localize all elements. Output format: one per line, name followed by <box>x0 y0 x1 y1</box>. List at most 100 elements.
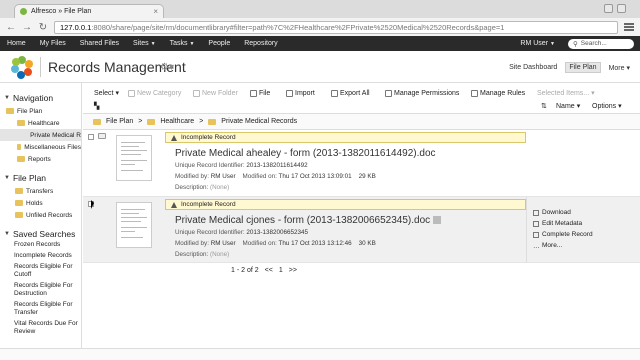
file-plan-toolbar: Select ▾ New Category New Folder File Imp… <box>83 86 640 100</box>
chevron-down-icon: ▼ <box>189 41 195 47</box>
manage-permissions-button[interactable]: Manage Permissions <box>385 89 460 97</box>
description-value: (None) <box>210 251 230 258</box>
select-menu[interactable]: Select ▾ <box>94 89 119 98</box>
app-toolbar: Home My Files Shared Files Sites ▼ Tasks ▼… <box>0 36 640 51</box>
sidebar-item-unfiled[interactable]: Unfiled Records <box>0 209 81 221</box>
record-description: Description: (None) <box>175 251 229 258</box>
navigation-section-toggle[interactable]: ▼ Navigation <box>0 91 81 105</box>
nav-tasks[interactable]: Tasks ▼ <box>163 40 202 47</box>
navigation-title: Navigation <box>12 93 54 103</box>
minimize-window-button[interactable] <box>604 4 613 13</box>
reload-icon[interactable]: ↻ <box>38 22 48 33</box>
sidebar-item-transfers[interactable]: Transfers <box>0 185 81 197</box>
view-toolbar: ▚ ⇅ Name ▾ Options ▾ <box>83 100 640 112</box>
description-label: Description: <box>175 251 209 258</box>
row-checkbox[interactable] <box>88 134 94 140</box>
import-button[interactable]: Import <box>286 89 315 97</box>
saved-search-incomplete[interactable]: Incomplete Records <box>0 252 81 260</box>
record-title[interactable]: Private Medical ahealey - form (2013-138… <box>175 148 436 159</box>
edit-lock-icon[interactable] <box>433 216 442 225</box>
tree-private-medical[interactable]: Private Medical R <box>0 129 81 141</box>
new-category-button[interactable]: New Category <box>128 89 181 97</box>
back-icon[interactable]: ← <box>6 22 16 33</box>
saved-search-destruction[interactable]: Records Eligible For Destruction <box>0 282 81 298</box>
record-title[interactable]: Private Medical cjones - form (2013-1382… <box>175 215 442 226</box>
more-actions[interactable]: … More... <box>533 240 593 251</box>
saved-search-frozen[interactable]: Frozen Records <box>0 241 81 249</box>
incomplete-record-banner: Incomplete Record <box>165 132 526 143</box>
modified-on-label: Modified on: <box>242 173 277 180</box>
last-page-button[interactable]: >> <box>289 267 297 274</box>
modified-by-label: Modified by: <box>175 173 209 180</box>
breadcrumb-file-plan[interactable]: File Plan <box>106 118 133 125</box>
record-description: Description: (None) <box>175 184 229 191</box>
forward-icon[interactable]: → <box>22 22 32 33</box>
sidebar-item-holds[interactable]: Holds <box>0 197 81 209</box>
gear-icon[interactable]: ⚙▾ <box>160 62 174 73</box>
document-thumbnail[interactable] <box>116 202 152 248</box>
options-menu[interactable]: Options ▾ <box>592 102 622 111</box>
complete-record-action[interactable]: Complete Record <box>533 229 593 240</box>
nav-sites[interactable]: Sites ▼ <box>126 40 163 47</box>
file-plan-section-toggle[interactable]: ▼ File Plan <box>0 171 81 185</box>
tree-reports[interactable]: Reports <box>0 153 81 165</box>
tree-file-plan[interactable]: File Plan <box>0 105 81 117</box>
file-button[interactable]: File <box>250 89 270 97</box>
nav-repository[interactable]: Repository <box>237 40 284 47</box>
new-folder-button[interactable]: New Folder <box>193 89 238 97</box>
user-menu[interactable]: RM User ▼ <box>513 40 562 47</box>
warning-icon <box>171 201 177 208</box>
tree-misc-files[interactable]: Miscellaneous Files <box>0 141 81 153</box>
nav-shared-files[interactable]: Shared Files <box>73 40 126 47</box>
sort-menu[interactable]: Name ▾ <box>556 102 580 111</box>
nav-sites-label: Sites <box>133 40 149 47</box>
edit-metadata-action[interactable]: Edit Metadata <box>533 218 593 229</box>
sort-label: Name <box>556 102 575 110</box>
user-name: RM User <box>520 40 549 47</box>
search-placeholder: Search... <box>580 40 607 47</box>
chevron-down-icon: ▾ <box>115 90 119 97</box>
edit-icon <box>533 220 539 227</box>
modified-by-value[interactable]: RM User <box>211 240 236 247</box>
chevron-down-icon: ▼ <box>150 41 156 47</box>
nav-people[interactable]: People <box>201 40 237 47</box>
export-all-label: Export All <box>340 89 370 97</box>
sort-direction-icon[interactable]: ⇅ <box>541 102 547 110</box>
nav-home[interactable]: Home <box>0 40 33 47</box>
key-icon <box>385 89 392 97</box>
file-plan-link[interactable]: File Plan <box>565 62 601 73</box>
options-label: Options <box>592 102 617 110</box>
record-identifier: Unique Record Identifier: 2013-138201161… <box>175 162 308 169</box>
file-plan-title: File Plan <box>12 173 47 183</box>
table-row[interactable]: Incomplete Record Private Medical aheale… <box>83 130 640 197</box>
manage-rules-button[interactable]: Manage Rules <box>471 89 525 97</box>
more-menu[interactable]: More ▾ <box>609 64 630 72</box>
modified-by-value[interactable]: RM User <box>211 173 236 180</box>
download-action[interactable]: Download <box>533 207 593 218</box>
document-thumbnail[interactable] <box>116 135 152 181</box>
address-bar[interactable]: 127.0.0.1:8080/share/page/site/rm/docume… <box>54 20 618 34</box>
close-tab-icon[interactable]: × <box>153 7 158 16</box>
saved-search-transfer[interactable]: Records Eligible For Transfer <box>0 301 81 317</box>
export-all-button[interactable]: Export All <box>331 89 370 97</box>
folder-up-icon[interactable]: ▚ <box>94 102 99 110</box>
nav-my-files[interactable]: My Files <box>33 40 73 47</box>
table-row[interactable]: Incomplete Record Private Medical cjones… <box>83 197 640 263</box>
nav-tasks-label: Tasks <box>169 40 188 47</box>
address-row: ← → ↻ 127.0.0.1:8080/share/page/site/rm/… <box>0 18 640 36</box>
saved-search-vital[interactable]: Vital Records Due For Review <box>0 320 81 336</box>
first-page-button[interactable]: << <box>265 267 273 274</box>
manage-permissions-label: Manage Permissions <box>394 89 460 97</box>
close-window-button[interactable] <box>617 4 626 13</box>
tree-healthcare[interactable]: Healthcare <box>0 117 81 129</box>
current-page: 1 <box>278 267 283 274</box>
saved-searches-section-toggle[interactable]: ▼ Saved Searches <box>0 227 81 241</box>
selected-items-menu[interactable]: Selected Items... ▾ <box>537 89 595 98</box>
browser-menu-icon[interactable] <box>624 23 634 31</box>
site-dashboard-link[interactable]: Site Dashboard <box>509 64 557 71</box>
browser-tab[interactable]: Alfresco » File Plan × <box>14 4 164 18</box>
saved-search-cutoff[interactable]: Records Eligible For Cutoff <box>0 263 81 279</box>
new-folder-label: New Folder <box>202 89 238 97</box>
breadcrumb-healthcare[interactable]: Healthcare <box>160 118 194 125</box>
search-input[interactable]: ⚲ Search... <box>568 38 634 49</box>
